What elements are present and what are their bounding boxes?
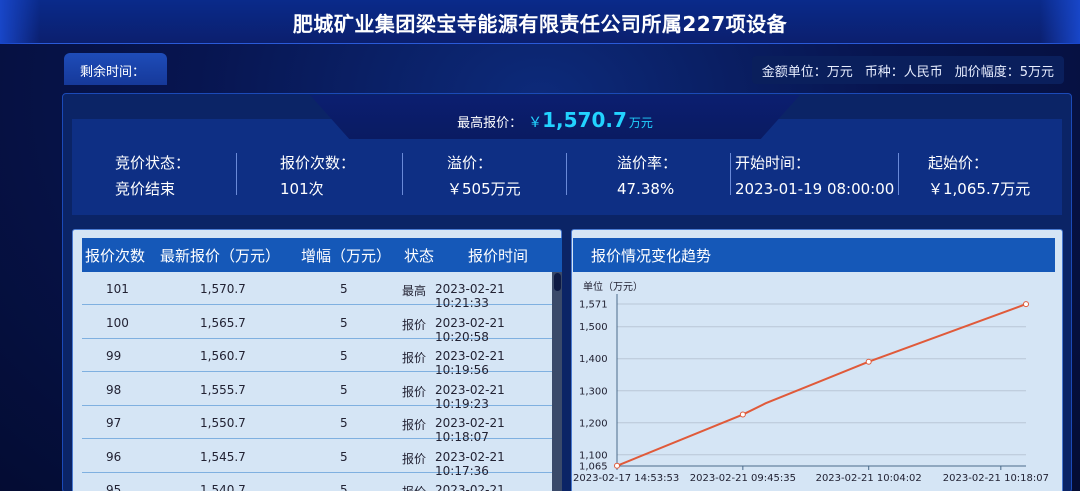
divider (898, 153, 899, 195)
y-tick-label: 1,400 (579, 354, 608, 365)
divider (402, 153, 403, 195)
cell-latest-price: 1,545.7 (200, 449, 246, 464)
stat-value: 101次 (280, 180, 324, 198)
table-row: 101 1,570.7 5 最高 2023-02-21 10:21:33 (82, 272, 552, 310)
stat-premium: 溢价： ￥505万元 (447, 150, 521, 202)
stat-value: 47.38% (617, 180, 675, 198)
cell-latest-price: 1,540.7 (200, 483, 246, 491)
table-row: 99 1,560.7 5 报价 2023-02-21 10:19:56 (82, 339, 552, 377)
table-row: 100 1,565.7 5 报价 2023-02-21 10:20:58 (82, 306, 552, 344)
divider (236, 153, 237, 195)
cell-latest-price: 1,555.7 (200, 382, 246, 397)
stat-value: ￥1,065.7万元 (928, 180, 1031, 198)
stat-label: 溢价： (447, 154, 493, 172)
stat-label: 开始时间： (735, 154, 811, 172)
data-point (739, 411, 746, 418)
top-price: 最高报价： ￥1,570.7 万元 (310, 108, 800, 132)
stat-start-time: 开始时间： 2023-01-19 08:00:00 (735, 150, 894, 202)
stat-start-price: 起始价： ￥1,065.7万元 (928, 150, 1030, 202)
x-tick-label: 2023-02-21 10:04:02 (816, 473, 922, 484)
table-row: 96 1,545.7 5 报价 2023-02-21 10:17:36 (82, 440, 552, 478)
currency: 币种：人民币 (864, 65, 943, 80)
cell-bid-count: 99 (106, 349, 122, 363)
cell-bid-count: 97 (106, 416, 122, 430)
cell-bid-count: 98 (106, 382, 122, 397)
y-tick-label: 1,100 (579, 450, 608, 461)
cell-increment: 5 (340, 282, 348, 296)
cell-bid-count: 101 (106, 282, 129, 296)
top-price-label: 最高报价： (457, 116, 523, 131)
bid-table-header: 报价次数 最新报价（万元） 增幅（万元） 状态 报价时间 (82, 238, 562, 272)
data-point (614, 462, 620, 469)
table-row: 98 1,555.7 5 报价 2023-02-21 10:19:23 (82, 373, 552, 411)
cell-increment: 5 (340, 483, 348, 491)
y-tick-label: 1,571 (579, 300, 608, 311)
x-tick-label: 2023-02-21 09:45:35 (690, 473, 796, 484)
table-row: 97 1,550.7 5 报价 2023-02-21 10:18:07 (82, 406, 552, 444)
stat-status: 竞价状态： 竞价结束 (115, 150, 190, 202)
scrollbar-thumb[interactable] (554, 273, 561, 291)
price-trend-chart: 单位（万元） 1,0651,100 1,200 1,300 1,400 1,500 1,57… (573, 280, 1049, 484)
y-tick-label: 1,200 (579, 418, 608, 429)
cell-latest-price: 1,565.7 (200, 315, 246, 330)
y-tick-label: 1,500 (579, 322, 608, 333)
col-increment: 增幅（万元） (301, 247, 392, 265)
stat-value: 2023-01-19 08:00:00 (735, 180, 895, 198)
stat-label: 溢价率： (617, 154, 678, 172)
top-price-amount: 1,570.7 (542, 108, 627, 132)
y-tick-label: 1,065 (579, 462, 608, 473)
amount-unit: 金额单位：万元 (761, 65, 853, 80)
table-row: 95 1,540.7 5 报价 2023-02-21 10:16:40 (82, 473, 552, 491)
stat-value: 竞价结束 (115, 180, 176, 198)
cell-increment: 5 (340, 349, 348, 363)
cell-status: 报价 (402, 418, 427, 432)
x-tick-label: 2023-02-21 10:18:07 (943, 473, 1049, 484)
data-point (865, 358, 872, 365)
chart-title: 报价情况变化趋势 (573, 238, 1055, 272)
cell-status: 报价 (402, 451, 427, 466)
cell-increment: 5 (340, 382, 348, 397)
countdown-label: 剩余时间： (64, 53, 167, 85)
table-scrollbar[interactable] (552, 272, 562, 491)
yen-sign: ￥ (528, 115, 543, 131)
y-tick-label: 1,300 (579, 386, 608, 397)
cell-latest-price: 1,550.7 (200, 416, 246, 430)
cell-status: 最高 (402, 284, 427, 298)
divider (566, 153, 567, 195)
cell-bid-count: 100 (106, 315, 129, 330)
cell-status: 报价 (402, 351, 427, 365)
stat-label: 起始价： (928, 154, 989, 172)
stat-bid-count: 报价次数： 101次 (280, 150, 355, 202)
stat-label: 竞价状态： (115, 154, 191, 172)
cell-latest-price: 1,560.7 (200, 349, 246, 363)
stat-premium-rate: 溢价率： 47.38% (617, 150, 677, 202)
cell-status: 报价 (402, 317, 427, 332)
price-series-line (616, 303, 1027, 467)
data-point (1023, 301, 1029, 308)
divider (730, 153, 731, 195)
price-increment: 加价幅度：5万元 (954, 65, 1054, 80)
cell-increment: 5 (340, 449, 348, 464)
cell-latest-price: 1,570.7 (200, 282, 246, 296)
col-bid-count: 报价次数 (85, 247, 146, 265)
cell-bid-time: 2023-02-21 10:16:40 (435, 483, 505, 491)
top-price-unit: 万元 (628, 116, 653, 130)
x-tick-label: 2023-02-17 14:53:53 (573, 473, 679, 484)
cell-increment: 5 (340, 315, 348, 330)
col-latest-price: 最新报价（万元） (160, 247, 281, 265)
stat-label: 报价次数： (280, 154, 356, 172)
col-status: 状态 (404, 247, 435, 265)
title-bar: 肥城矿业集团梁宝寺能源有限责任公司所属227项设备 (0, 0, 1080, 44)
cell-bid-count: 95 (106, 483, 122, 491)
stat-value: ￥505万元 (447, 180, 521, 198)
cell-increment: 5 (340, 416, 348, 430)
col-bid-time: 报价时间 (468, 247, 529, 265)
page-title: 肥城矿业集团梁宝寺能源有限责任公司所属227项设备 (292, 12, 788, 36)
cell-bid-count: 96 (106, 449, 122, 464)
cell-status: 报价 (402, 384, 427, 399)
y-axis-title: 单位（万元） (583, 280, 643, 293)
meta-info: 金额单位：万元 币种：人民币 加价幅度：5万元 (751, 56, 1064, 84)
cell-status: 报价 (402, 483, 426, 491)
